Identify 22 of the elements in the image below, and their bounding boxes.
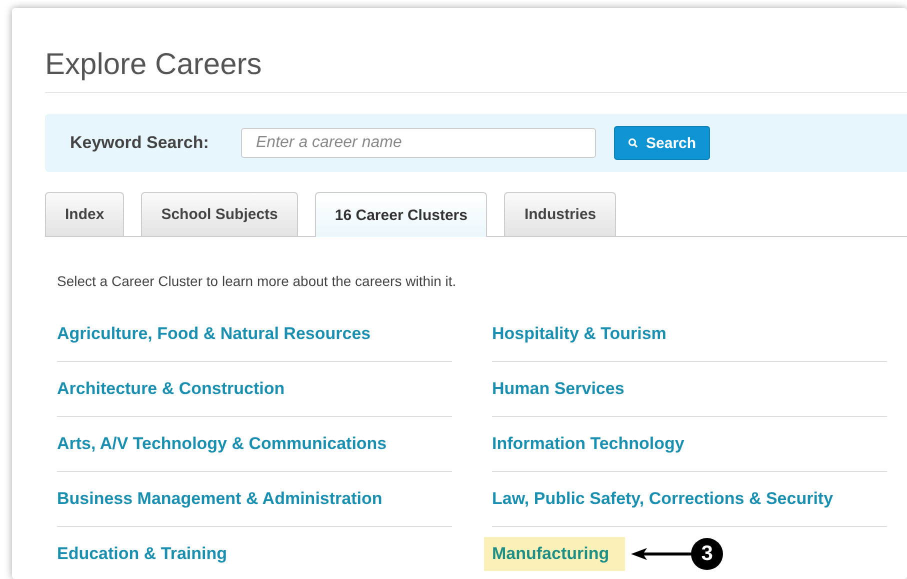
- callout-number: 3: [691, 538, 724, 570]
- tab[interactable]: Index: [45, 192, 124, 236]
- tab[interactable]: Industries: [504, 192, 616, 236]
- cluster-link[interactable]: Manufacturing: [484, 537, 626, 571]
- page-title: Explore Careers: [45, 8, 907, 93]
- cluster-link[interactable]: Human Services: [492, 373, 624, 405]
- search-icon: [628, 138, 638, 148]
- tab[interactable]: School Subjects: [141, 192, 298, 236]
- search-field[interactable]: Enter a career name: [241, 128, 596, 158]
- cluster-link[interactable]: Arts, A/V Technology & Communications: [57, 428, 387, 460]
- cluster-link[interactable]: Information Technology: [492, 428, 684, 460]
- callout-arrow: [631, 547, 694, 561]
- tab[interactable]: 16 Career Clusters: [314, 192, 488, 237]
- search-label: Keyword Search:: [70, 133, 210, 153]
- cluster-link[interactable]: Architecture & Construction: [57, 373, 285, 405]
- cluster-link[interactable]: Agriculture, Food & Natural Resources: [57, 318, 371, 350]
- search-button[interactable]: Search: [614, 126, 710, 160]
- intro-text: Select a Career Cluster to learn more about the careers within it.: [57, 273, 458, 289]
- cluster-link[interactable]: Law, Public Safety, Corrections & Security: [492, 483, 834, 515]
- cluster-link[interactable]: Education & Training: [57, 538, 228, 570]
- cluster-link[interactable]: Business Management & Administration: [57, 483, 382, 515]
- cluster-link[interactable]: Hospitality & Tourism: [492, 318, 666, 350]
